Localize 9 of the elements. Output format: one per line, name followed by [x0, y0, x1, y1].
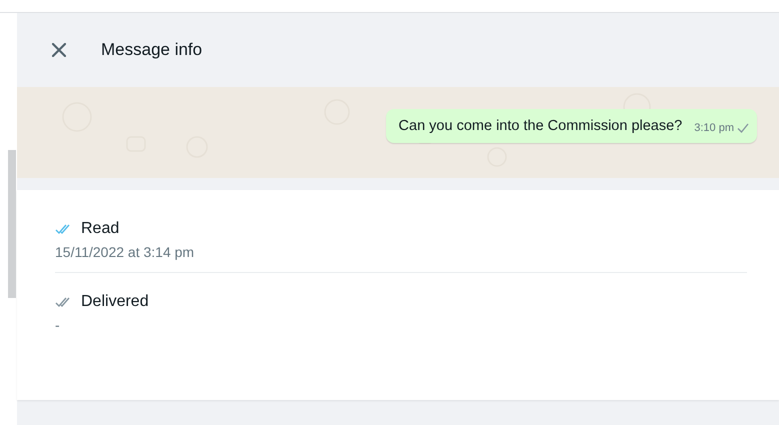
panel-title: Message info: [101, 40, 202, 60]
message-text: Can you come into the Commission please?: [398, 118, 682, 134]
close-icon: [52, 43, 66, 57]
receipt-label: Delivered: [81, 293, 149, 311]
message-time: 3:10 pm: [694, 122, 734, 134]
receipt-label: Read: [81, 220, 120, 238]
scrollbar[interactable]: [8, 150, 16, 298]
receipt-time: -: [55, 317, 61, 333]
receipt-time: 15/11/2022 at 3:14 pm: [55, 244, 196, 260]
